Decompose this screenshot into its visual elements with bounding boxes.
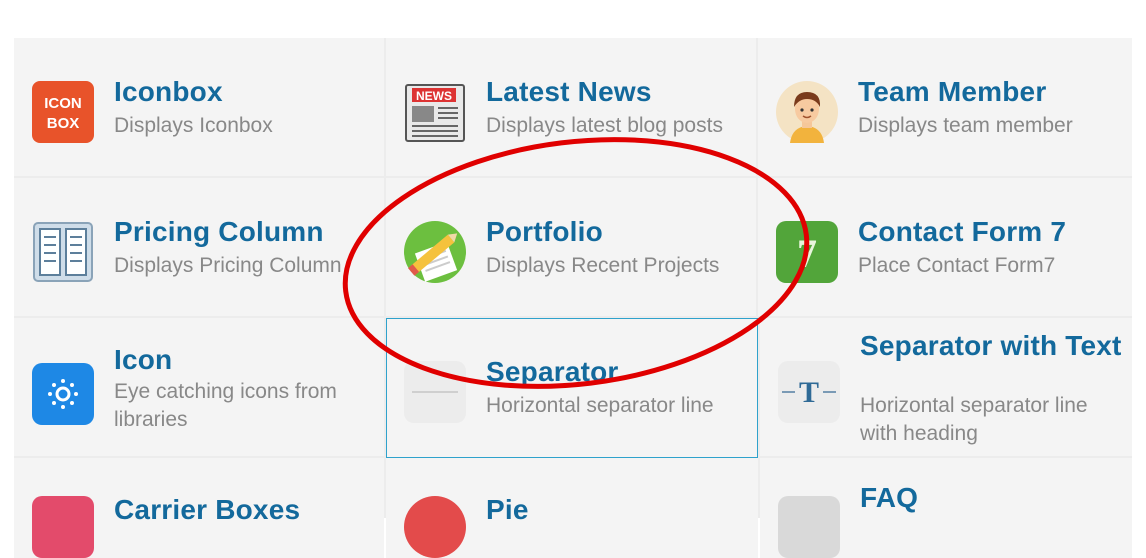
pencil-paper-icon (404, 221, 466, 283)
svg-text:BOX: BOX (47, 115, 80, 132)
element-pricing-column[interactable]: Pricing Column Displays Pricing Column (14, 178, 384, 316)
element-description: Displays Pricing Column (114, 254, 342, 277)
element-description: Place Contact Form7 (858, 254, 1056, 277)
contact-form-7-icon: 7 (776, 221, 838, 283)
element-separator[interactable]: Separator Horizontal separator line (386, 318, 758, 458)
newspaper-icon: NEWS (404, 81, 466, 143)
element-description: Displays Iconbox (114, 114, 273, 137)
element-title: Iconbox (114, 76, 223, 107)
element-portfolio[interactable]: Portfolio Displays Recent Projects (386, 178, 756, 316)
element-picker-grid: ICON BOX Iconbox Displays Iconbox NEWS L… (14, 38, 1132, 558)
element-title: Carrier Boxes (114, 494, 301, 525)
element-title: FAQ (860, 482, 919, 513)
element-pie[interactable]: Pie (386, 458, 758, 558)
element-title: Pie (486, 494, 529, 525)
separator-text-icon: T (778, 361, 840, 423)
element-description: Displays latest blog posts (486, 114, 723, 137)
element-title: Separator with Text (860, 330, 1122, 361)
element-description: Horizontal separator line (486, 394, 714, 417)
element-icon[interactable]: Icon Eye catching icons from libraries (14, 318, 384, 456)
element-carrier-boxes[interactable]: Carrier Boxes (14, 458, 384, 558)
sun-icon (32, 363, 94, 425)
element-contact-form-7[interactable]: 7 Contact Form 7 Place Contact Form7 (758, 178, 1132, 316)
element-title: Team Member (858, 76, 1047, 107)
element-title: Contact Form 7 (858, 216, 1067, 247)
element-iconbox[interactable]: ICON BOX Iconbox Displays Iconbox (14, 38, 384, 176)
svg-text:7: 7 (797, 231, 817, 276)
element-team-member[interactable]: Team Member Displays team member (758, 38, 1132, 176)
element-title: Portfolio (486, 216, 603, 247)
element-title: Latest News (486, 76, 652, 107)
element-description: Displays team member (858, 114, 1073, 137)
element-faq[interactable]: FAQ (760, 458, 1132, 558)
element-description: Eye catching icons from libraries (114, 380, 337, 431)
pricing-table-icon (32, 221, 94, 283)
element-description: Horizontal separator line with heading (860, 394, 1088, 445)
element-title: Pricing Column (114, 216, 324, 247)
partial-icon (32, 496, 94, 558)
person-avatar-icon (776, 81, 838, 143)
element-title: Separator (486, 356, 619, 387)
svg-text:ICON: ICON (44, 95, 82, 112)
separator-line-icon (404, 361, 466, 423)
element-separator-with-text[interactable]: T Separator with Text Horizontal separat… (760, 318, 1132, 456)
svg-text:T: T (799, 376, 819, 409)
partial-icon (778, 496, 840, 558)
partial-icon (404, 496, 466, 558)
element-description: Displays Recent Projects (486, 254, 720, 277)
element-title: Icon (114, 344, 173, 375)
iconbox-icon: ICON BOX (32, 81, 94, 143)
element-latest-news[interactable]: NEWS Latest News Displays latest blog po… (386, 38, 756, 176)
svg-text:NEWS: NEWS (416, 89, 452, 103)
